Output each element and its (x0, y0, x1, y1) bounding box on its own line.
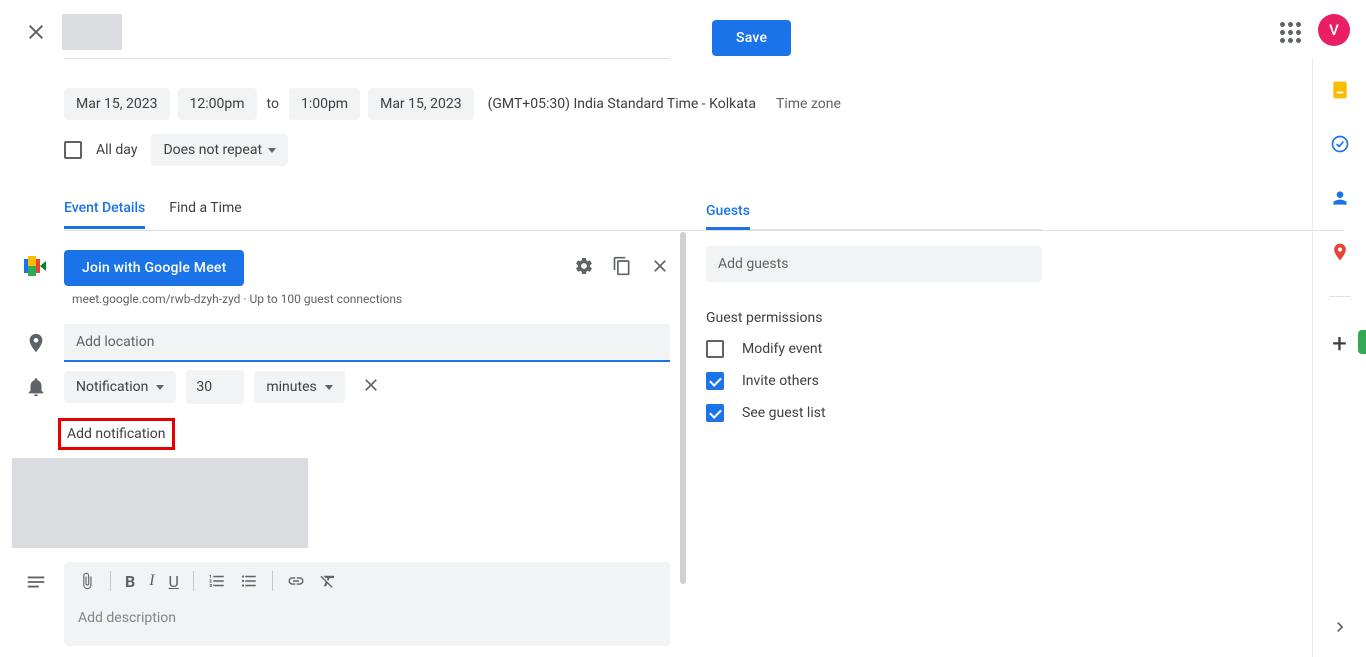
add-notification-button[interactable]: Add notification (58, 418, 175, 450)
tab-find-time[interactable]: Find a Time (169, 200, 242, 229)
repeat-select[interactable]: Does not repeat (151, 134, 288, 166)
bell-icon (24, 375, 48, 399)
italic-icon[interactable]: I (149, 572, 154, 590)
add-addon-icon[interactable]: + (1332, 331, 1347, 357)
meet-link-text: meet.google.com/rwb-dzyh-zyd · Up to 100… (72, 292, 402, 306)
side-panel-toggle-icon[interactable] (1330, 617, 1350, 641)
repeat-value: Does not repeat (163, 142, 262, 158)
scrollbar[interactable] (680, 232, 686, 584)
avatar[interactable]: V (1318, 14, 1350, 46)
add-guests-input[interactable] (706, 246, 1042, 282)
contacts-icon[interactable] (1330, 188, 1350, 208)
invite-others-checkbox[interactable] (706, 372, 724, 390)
remove-notification-icon[interactable] (361, 375, 381, 399)
chevron-down-icon (325, 385, 333, 390)
to-label: to (265, 96, 281, 112)
see-guest-list-label: See guest list (742, 405, 826, 421)
modify-event-checkbox[interactable] (706, 340, 724, 358)
unordered-list-icon[interactable] (240, 572, 258, 590)
location-icon (24, 331, 48, 355)
start-time-field[interactable]: 12:00pm (178, 88, 257, 120)
end-date-field[interactable]: Mar 15, 2023 (368, 88, 474, 120)
side-panel-active-indicator (1358, 330, 1366, 354)
notification-type-select[interactable]: Notification (64, 371, 176, 403)
remove-meet-icon[interactable] (650, 256, 670, 280)
tab-event-details[interactable]: Event Details (64, 200, 145, 229)
location-input[interactable] (64, 324, 670, 362)
see-guest-list-checkbox[interactable] (706, 404, 724, 422)
close-icon[interactable] (24, 20, 48, 44)
description-input[interactable]: Add description (64, 600, 670, 646)
title-input-placeholder[interactable] (62, 14, 122, 50)
timezone-text: (GMT+05:30) India Standard Time - Kolkat… (488, 96, 756, 112)
google-apps-icon[interactable] (1278, 20, 1302, 44)
maps-icon[interactable] (1330, 242, 1350, 262)
google-meet-icon (24, 256, 48, 280)
clear-formatting-icon[interactable] (319, 572, 337, 590)
end-time-field[interactable]: 1:00pm (289, 88, 360, 120)
keep-icon[interactable] (1330, 80, 1350, 100)
tab-guests[interactable]: Guests (706, 203, 750, 230)
meet-settings-icon[interactable] (574, 256, 594, 280)
notification-unit-value: minutes (266, 379, 316, 395)
description-toolbar: B I U (64, 562, 670, 600)
redacted-block (12, 458, 308, 548)
notification-value-input[interactable] (186, 370, 244, 404)
join-meet-button[interactable]: Join with Google Meet (64, 250, 244, 286)
notification-type-value: Notification (76, 379, 148, 395)
modify-event-label: Modify event (742, 341, 822, 357)
side-panel: + (1312, 58, 1366, 657)
ordered-list-icon[interactable] (208, 572, 226, 590)
notification-unit-select[interactable]: minutes (254, 371, 344, 403)
copy-meet-link-icon[interactable] (612, 256, 632, 280)
link-icon[interactable] (287, 572, 305, 590)
underline-icon[interactable]: U (169, 572, 179, 591)
attach-icon[interactable] (78, 572, 96, 590)
chevron-down-icon (268, 148, 276, 153)
description-icon (24, 570, 48, 594)
guest-permissions-title: Guest permissions (706, 310, 1042, 326)
save-button[interactable]: Save (712, 20, 791, 56)
bold-icon[interactable]: B (125, 572, 135, 591)
timezone-link[interactable]: Time zone (776, 96, 841, 112)
tasks-icon[interactable] (1330, 134, 1350, 154)
chevron-down-icon (156, 385, 164, 390)
start-date-field[interactable]: Mar 15, 2023 (64, 88, 170, 120)
invite-others-label: Invite others (742, 373, 819, 389)
all-day-checkbox[interactable] (64, 141, 82, 159)
all-day-label: All day (96, 142, 137, 158)
